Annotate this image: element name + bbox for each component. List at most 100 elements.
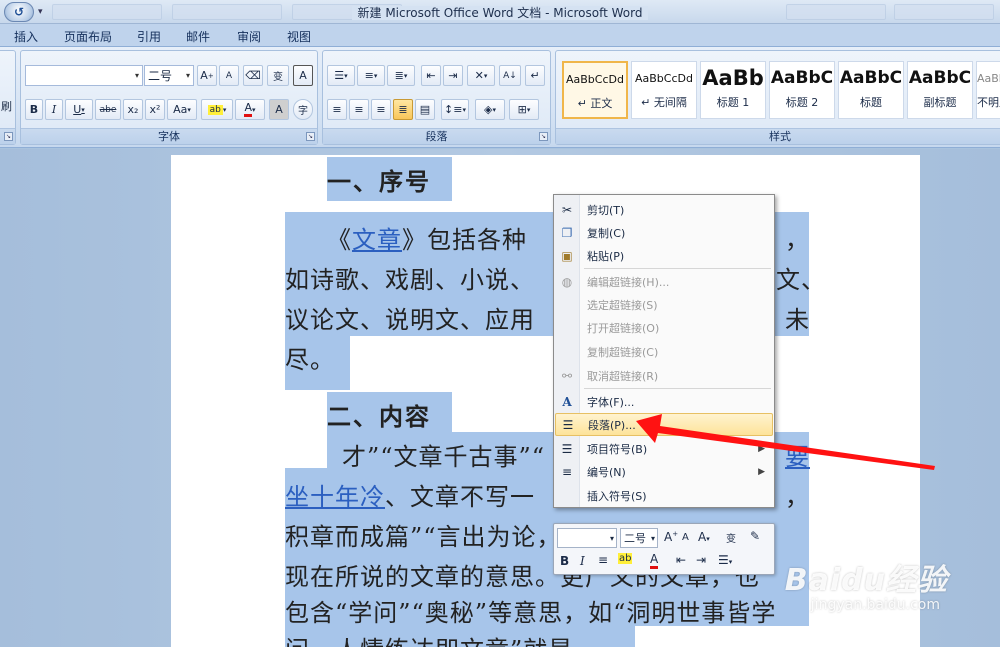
font-color-button[interactable]: A ▾ (235, 99, 265, 120)
hyperlink-fragment[interactable]: 要 (785, 437, 810, 472)
bold-button[interactable]: B (25, 99, 43, 120)
tab-references[interactable]: 引用 (137, 28, 161, 45)
paragraph-icon: ☰ (562, 417, 574, 432)
strikethrough-button[interactable]: abe (95, 99, 121, 120)
distribute-icon: ▤ (419, 103, 431, 116)
menu-item-remove-hyperlink[interactable]: ⚯ 取消超链接(R) (555, 364, 773, 387)
mini-format-painter-icon[interactable]: 变 (726, 530, 736, 545)
line-spacing-icon: ↕≡ (444, 103, 463, 116)
subscript-button[interactable]: x₂ (123, 99, 143, 120)
mini-bold-button[interactable]: B (560, 554, 569, 568)
grow-font-button[interactable]: A + (197, 65, 217, 86)
chevron-down-icon: ▾ (650, 533, 655, 543)
ghost-tab (894, 4, 994, 20)
clear-format-button[interactable]: ⌫ (243, 65, 263, 86)
mini-font-size-combo[interactable]: 二号 ▾ (620, 528, 658, 548)
hyperlink-sit-ten-years[interactable]: 坐十年冷 (285, 483, 385, 511)
mini-indent-icon[interactable]: ⇥ (696, 553, 706, 567)
styles-group-label: 样式 (556, 128, 1000, 144)
hyperlink-article[interactable]: 文章 (352, 226, 402, 254)
style-no-spacing[interactable]: AaBbCcDd ↵ 无间隔 (631, 61, 697, 119)
italic-button[interactable]: I (45, 99, 63, 120)
menu-item-select-hyperlink[interactable]: 选定超链接(S) (555, 293, 773, 316)
align-center-button[interactable]: ≡ (349, 99, 369, 120)
paragraph-line: 尽。 (285, 346, 335, 374)
paragraph-dialog-launcher-icon[interactable]: ↘ (539, 132, 548, 141)
paragraph-line-end: 文、 (776, 266, 826, 294)
tab-page-layout[interactable]: 页面布局 (64, 28, 112, 45)
tab-review[interactable]: 审阅 (237, 28, 261, 45)
distribute-button[interactable]: ▤ (415, 99, 435, 120)
mini-font-name-combo[interactable]: ▾ (557, 528, 617, 548)
style-subtitle[interactable]: AaBbC 副标题 (907, 61, 973, 119)
outdent-icon: ⇤ (426, 69, 436, 82)
menu-item-copy-hyperlink[interactable]: 复制超链接(C) (555, 340, 773, 363)
line-spacing-button[interactable]: ↕≡ ▾ (441, 99, 469, 120)
mini-style-icon[interactable]: A▾ (698, 530, 710, 544)
superscript-button[interactable]: x² (145, 99, 165, 120)
multilevel-list-button[interactable]: ≣ ▾ (387, 65, 415, 86)
align-left-button[interactable]: ≡ (327, 99, 347, 120)
menu-item-paragraph[interactable]: ☰ 段落(P)... (555, 413, 773, 436)
mini-font-color-icon[interactable]: A (650, 552, 659, 569)
mini-shrink-font-icon[interactable]: A (682, 532, 689, 543)
numbering-button[interactable]: ≡ ▾ (357, 65, 385, 86)
style-normal[interactable]: AaBbCcDd ↵ 正文 (562, 61, 628, 119)
mini-brush-icon[interactable]: ✎ (750, 529, 760, 543)
font-size-combo[interactable]: 二号 ▾ (144, 65, 194, 86)
shrink-font-button[interactable]: A (219, 65, 239, 86)
menu-item-font[interactable]: A 字体(F)... (555, 390, 773, 413)
style-title[interactable]: AaBbC 标题 (838, 61, 904, 119)
mini-bullets-icon[interactable]: ☰▾ (718, 553, 732, 567)
menu-item-numbering[interactable]: ≡ 编号(N) ▶ (555, 460, 773, 483)
menu-item-bullets[interactable]: ☰ 项目符号(B) ▶ (555, 437, 773, 460)
paragraph-line: 包含“学问”“奥秘”等意思，如“洞明世事皆学 (285, 599, 777, 627)
mini-italic-button[interactable]: I (580, 554, 585, 568)
highlight-button[interactable]: ab ▾ (201, 99, 233, 120)
font-color-icon: A (244, 102, 252, 117)
char-shading-button[interactable]: A (269, 99, 289, 120)
menu-item-insert-symbol[interactable]: 插入符号(S) (555, 484, 773, 507)
menu-item-paste[interactable]: ▣ 粘贴(P) (555, 244, 773, 267)
menu-item-open-hyperlink[interactable]: 打开超链接(O) (555, 316, 773, 339)
borders-button[interactable]: ⊞ ▾ (509, 99, 539, 120)
menu-item-edit-hyperlink[interactable]: ◍ 编辑超链接(H)... (555, 270, 773, 293)
font-name-combo[interactable]: ▾ (25, 65, 143, 86)
chinese-layout-button[interactable]: ✕ ▾ (467, 65, 495, 86)
style-subtle[interactable]: AaBbC 不明显 (976, 61, 1000, 119)
style-heading-1[interactable]: AaBb 标题 1 (700, 61, 766, 119)
sort-icon: A↓ (503, 70, 517, 81)
font-group: ▾ 二号 ▾ A + A ⌫ 变 A B I U ▾ abe x₂ x² Aa ▾ ab… (20, 50, 318, 145)
align-right-button[interactable]: ≡ (371, 99, 391, 120)
clipboard-group-stub: 刷 ↘ (0, 50, 16, 145)
justify-icon: ≣ (398, 103, 408, 116)
decrease-indent-button[interactable]: ⇤ (421, 65, 441, 86)
tab-insert[interactable]: 插入 (14, 28, 38, 45)
char-border-button[interactable]: A (293, 65, 313, 86)
numbering-icon: ≡ (561, 464, 573, 479)
phonetic-guide-button[interactable]: 变 (267, 65, 289, 86)
menu-item-copy[interactable]: ❐ 复制(C) (555, 221, 773, 244)
underline-button[interactable]: U ▾ (65, 99, 93, 120)
change-case-button[interactable]: Aa ▾ (167, 99, 197, 120)
sort-button[interactable]: A↓ (499, 65, 521, 86)
justify-button[interactable]: ≣ (393, 99, 413, 120)
bullets-button[interactable]: ☰ ▾ (327, 65, 355, 86)
tab-view[interactable]: 视图 (287, 28, 311, 45)
tab-mailings[interactable]: 邮件 (186, 28, 210, 45)
mini-center-icon[interactable]: ≡ (598, 553, 608, 567)
format-painter-label[interactable]: 刷 (1, 98, 12, 114)
clipboard-launcher-icon[interactable]: ↘ (4, 132, 13, 141)
increase-indent-button[interactable]: ⇥ (443, 65, 463, 86)
heading-content: 二、内容 (327, 403, 431, 431)
submenu-arrow-icon: ▶ (758, 466, 765, 477)
mini-outdent-icon[interactable]: ⇤ (676, 553, 686, 567)
mini-highlight-icon[interactable]: ab (618, 553, 633, 564)
style-heading-2[interactable]: AaBbC 标题 2 (769, 61, 835, 119)
font-dialog-launcher-icon[interactable]: ↘ (306, 132, 315, 141)
enclose-char-button[interactable]: 字 (293, 99, 313, 120)
menu-item-cut[interactable]: ✂ 剪切(T) (555, 198, 773, 221)
shading-button[interactable]: ◈ ▾ (475, 99, 505, 120)
show-marks-button[interactable]: ↵ (525, 65, 545, 86)
mini-grow-font-icon[interactable]: A+ (664, 530, 678, 544)
